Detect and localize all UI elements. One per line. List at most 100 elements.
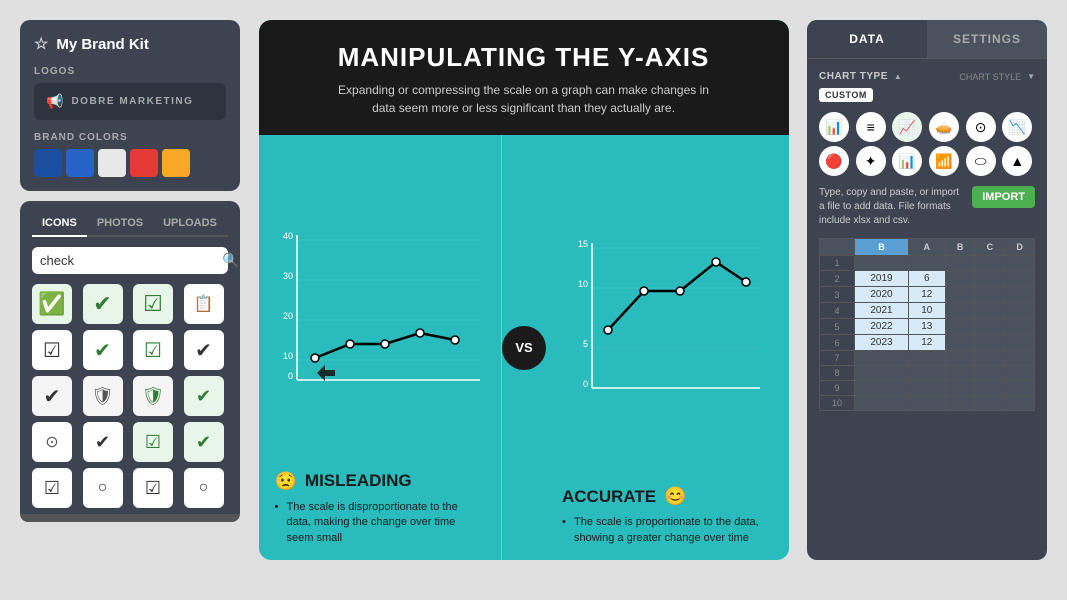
icon-item[interactable]: ✔ bbox=[184, 330, 224, 370]
cell-c[interactable] bbox=[945, 303, 975, 319]
cell-b[interactable] bbox=[908, 256, 945, 271]
icon-item[interactable]: ☑ bbox=[133, 422, 173, 462]
cell-b[interactable] bbox=[908, 396, 945, 411]
icon-item[interactable]: ✔ bbox=[83, 330, 123, 370]
cell-a[interactable] bbox=[855, 381, 909, 396]
icon-item[interactable]: ○ bbox=[83, 468, 123, 508]
cell-c[interactable] bbox=[945, 396, 975, 411]
cell-b[interactable]: 12 bbox=[908, 335, 945, 351]
cell-d[interactable] bbox=[975, 351, 1005, 366]
chart-column-icon[interactable]: 📊 bbox=[892, 146, 922, 176]
cell-d[interactable] bbox=[975, 381, 1005, 396]
color-swatch-2[interactable] bbox=[66, 149, 94, 177]
search-input[interactable] bbox=[40, 253, 216, 268]
chart-triangle-icon[interactable]: ▲ bbox=[1002, 146, 1032, 176]
tab-settings[interactable]: SETTINGS bbox=[927, 20, 1047, 58]
cell-c[interactable] bbox=[945, 287, 975, 303]
cell-b[interactable] bbox=[908, 366, 945, 381]
cell-e[interactable] bbox=[1005, 396, 1035, 411]
cell-a[interactable] bbox=[855, 366, 909, 381]
cell-c[interactable] bbox=[945, 271, 975, 287]
icon-item[interactable]: ✔ bbox=[83, 284, 123, 324]
cell-a[interactable]: 2020 bbox=[855, 287, 909, 303]
tab-data[interactable]: DATA bbox=[807, 20, 927, 58]
cell-e[interactable] bbox=[1005, 303, 1035, 319]
import-button[interactable]: IMPORT bbox=[972, 186, 1035, 208]
icon-item[interactable]: ☑ bbox=[32, 330, 72, 370]
icon-item[interactable]: ⊙ bbox=[32, 422, 72, 462]
cell-a[interactable] bbox=[855, 256, 909, 271]
icon-item[interactable]: ☑ bbox=[32, 468, 72, 508]
chart-bar-icon[interactable]: 📊 bbox=[819, 112, 849, 142]
color-swatch-3[interactable] bbox=[98, 149, 126, 177]
cell-a[interactable]: 2021 bbox=[855, 303, 909, 319]
chart-scatter-icon[interactable]: 🔴 bbox=[819, 146, 849, 176]
icon-item[interactable]: ✔ bbox=[32, 376, 72, 416]
chart-line-icon[interactable]: 📈 bbox=[892, 112, 922, 142]
chart-multi-icon[interactable]: 📶 bbox=[929, 146, 959, 176]
cell-a[interactable]: 2019 bbox=[855, 271, 909, 287]
cell-d[interactable] bbox=[975, 319, 1005, 335]
color-swatch-4[interactable] bbox=[130, 149, 158, 177]
cell-c[interactable] bbox=[945, 256, 975, 271]
icon-item[interactable]: ○ bbox=[184, 468, 224, 508]
cell-e[interactable] bbox=[1005, 287, 1035, 303]
cell-c[interactable] bbox=[945, 335, 975, 351]
icon-item[interactable]: ☑ bbox=[133, 284, 173, 324]
cell-a[interactable]: 2023 bbox=[855, 335, 909, 351]
icon-item[interactable]: 🛡 bbox=[133, 376, 173, 416]
col-header-d[interactable]: C bbox=[975, 239, 1005, 256]
chart-pie-icon[interactable]: 🥧 bbox=[929, 112, 959, 142]
icon-item[interactable]: ✔ bbox=[83, 422, 123, 462]
cell-e[interactable] bbox=[1005, 256, 1035, 271]
col-header-c[interactable]: B bbox=[945, 239, 975, 256]
cell-d[interactable] bbox=[975, 335, 1005, 351]
tab-uploads[interactable]: UPLOADS bbox=[153, 213, 227, 235]
cell-d[interactable] bbox=[975, 366, 1005, 381]
cell-b[interactable] bbox=[908, 351, 945, 366]
col-header-e[interactable]: D bbox=[1005, 239, 1035, 256]
cell-c[interactable] bbox=[945, 366, 975, 381]
chart-oval-icon[interactable]: ⬭ bbox=[966, 146, 996, 176]
cell-a[interactable] bbox=[855, 396, 909, 411]
cell-b[interactable]: 10 bbox=[908, 303, 945, 319]
icon-item[interactable]: ☑ bbox=[133, 468, 173, 508]
cell-e[interactable] bbox=[1005, 271, 1035, 287]
cell-b[interactable]: 12 bbox=[908, 287, 945, 303]
cell-c[interactable] bbox=[945, 319, 975, 335]
cell-d[interactable] bbox=[975, 271, 1005, 287]
cell-e[interactable] bbox=[1005, 319, 1035, 335]
cell-d[interactable] bbox=[975, 256, 1005, 271]
cell-e[interactable] bbox=[1005, 381, 1035, 396]
cell-c[interactable] bbox=[945, 351, 975, 366]
cell-d[interactable] bbox=[975, 287, 1005, 303]
tab-icons[interactable]: ICONS bbox=[32, 213, 87, 237]
color-swatch-1[interactable] bbox=[34, 149, 62, 177]
cell-b[interactable]: 6 bbox=[908, 271, 945, 287]
icon-item[interactable]: ☑ bbox=[133, 330, 173, 370]
icon-item[interactable]: 📋 bbox=[184, 284, 224, 324]
custom-button[interactable]: CUSTOM bbox=[819, 88, 873, 102]
cell-c[interactable] bbox=[945, 381, 975, 396]
cell-d[interactable] bbox=[975, 303, 1005, 319]
cell-b[interactable] bbox=[908, 381, 945, 396]
col-header-b[interactable]: A bbox=[908, 239, 945, 256]
icon-item[interactable]: 🛡 bbox=[83, 376, 123, 416]
icon-item[interactable]: ✔ bbox=[184, 422, 224, 462]
color-swatch-5[interactable] bbox=[162, 149, 190, 177]
cell-e[interactable] bbox=[1005, 335, 1035, 351]
col-header-a[interactable]: B bbox=[855, 239, 909, 256]
cell-a[interactable] bbox=[855, 351, 909, 366]
icon-item[interactable]: ✅ bbox=[32, 284, 72, 324]
chart-radial-icon[interactable]: ✦ bbox=[856, 146, 886, 176]
cell-d[interactable] bbox=[975, 396, 1005, 411]
icon-item[interactable]: ✔ bbox=[184, 376, 224, 416]
cell-e[interactable] bbox=[1005, 366, 1035, 381]
tab-photos[interactable]: PHOTOS bbox=[87, 213, 153, 235]
cell-e[interactable] bbox=[1005, 351, 1035, 366]
cell-b[interactable]: 13 bbox=[908, 319, 945, 335]
cell-a[interactable]: 2022 bbox=[855, 319, 909, 335]
chart-donut-icon[interactable]: ⊙ bbox=[966, 112, 996, 142]
chart-area-icon[interactable]: 📉 bbox=[1002, 112, 1032, 142]
chart-table-icon[interactable]: ≡ bbox=[856, 112, 886, 142]
